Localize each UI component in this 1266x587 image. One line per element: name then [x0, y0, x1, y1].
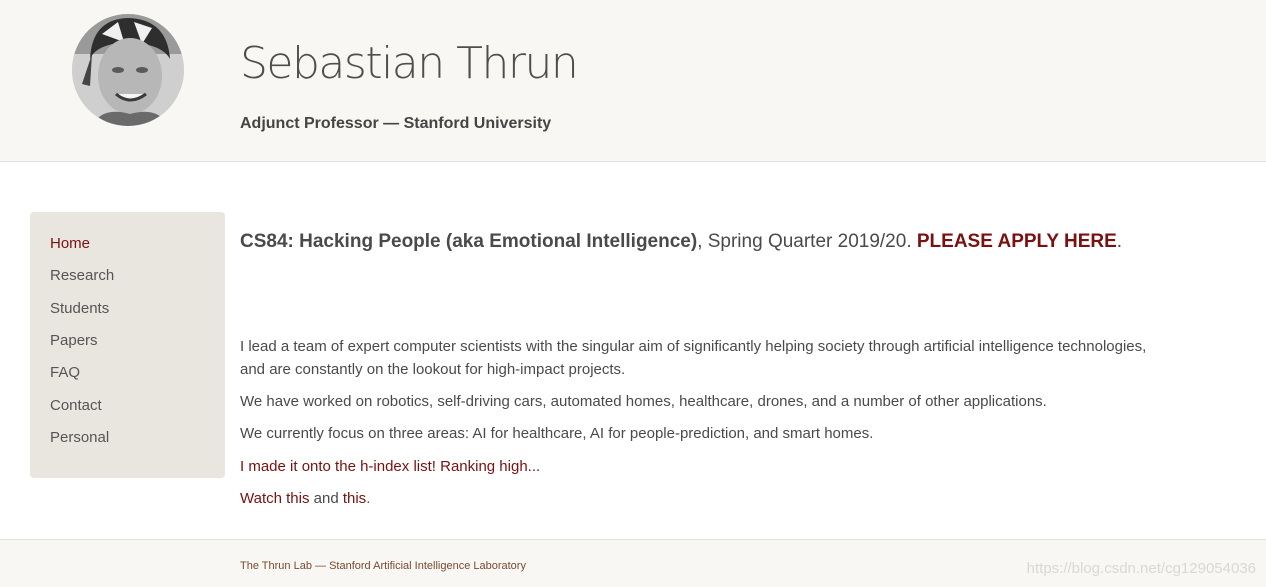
sidebar-item-home[interactable]: Home [50, 235, 90, 252]
this-link[interactable]: this [343, 490, 366, 507]
site-header: Sebastian Thrun Adjunct Professor — Stan… [0, 0, 1266, 162]
focus-paragraph: We currently focus on three areas: AI fo… [240, 425, 874, 442]
watch-line: Watch this and this. [240, 487, 1170, 510]
course-title: CS84: Hacking People (aka Emotional Inte… [240, 231, 698, 252]
site-footer: The Thrun Lab — Stanford Artificial Inte… [0, 539, 1266, 587]
sidebar-nav: Home Research Students Papers FAQ Contac… [30, 212, 225, 478]
intro-paragraph: I lead a team of expert computer scienti… [240, 338, 1147, 378]
watch-period: . [366, 490, 371, 507]
watch-this-link[interactable]: Watch this [240, 490, 309, 507]
hindex-link[interactable]: I made it onto the h-index list! Ranking… [240, 455, 1170, 478]
sidebar-item-faq[interactable]: FAQ [50, 364, 80, 381]
sidebar-item-personal[interactable]: Personal [50, 429, 109, 446]
page-subtitle: Adjunct Professor — Stanford University [240, 115, 552, 132]
headline-period: . [1116, 231, 1123, 252]
sidebar-item-contact[interactable]: Contact [50, 397, 102, 414]
watermark: https://blog.csdn.net/cg129054036 [1026, 560, 1256, 577]
course-announcement: CS84: Hacking People (aka Emotional Inte… [240, 231, 1122, 253]
footer-lab-link[interactable]: The Thrun Lab — Stanford Artificial Inte… [240, 560, 526, 572]
sidebar-item-students[interactable]: Students [50, 300, 109, 317]
watch-and-text: and [309, 490, 343, 507]
sidebar-item-research[interactable]: Research [50, 267, 114, 284]
work-paragraph: We have worked on robotics, self-driving… [240, 393, 1047, 410]
avatar [72, 14, 184, 126]
profile-photo-icon [72, 14, 184, 126]
apply-link[interactable]: PLEASE APPLY HERE [917, 231, 1117, 252]
course-quarter: , Spring Quarter 2019/20. [697, 231, 917, 252]
page-title: Sebastian Thrun [240, 38, 579, 89]
sidebar-item-papers[interactable]: Papers [50, 332, 98, 349]
